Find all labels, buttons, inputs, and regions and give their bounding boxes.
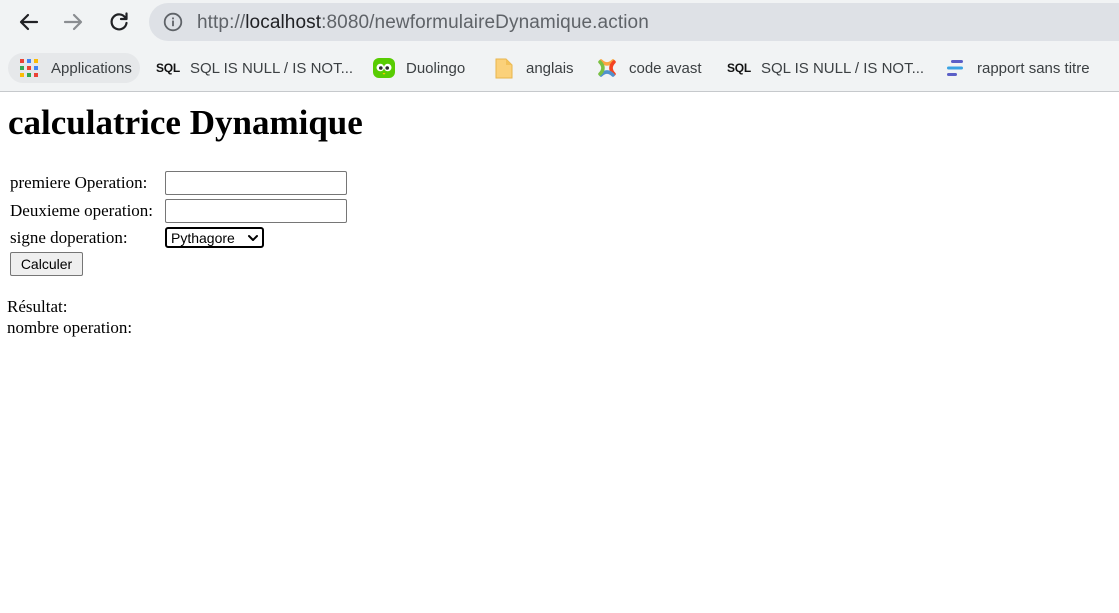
url-rest: :8080/newformulaireDynamique.action — [321, 12, 649, 33]
browser-toolbar: http://localhost:8080/newformulaireDynam… — [0, 0, 1119, 44]
bookmark-label: anglais — [526, 59, 574, 77]
first-operand-label: premiere Operation: — [10, 173, 148, 192]
info-icon[interactable] — [163, 12, 183, 32]
bookmark-sql-2[interactable]: SQL SQL IS NULL / IS NOT... — [726, 53, 925, 83]
apps-grid-icon — [18, 57, 40, 79]
second-operand-input[interactable] — [165, 199, 347, 223]
back-button[interactable] — [11, 4, 47, 40]
operation-sign-label: signe doperation: — [10, 228, 128, 247]
bookmark-duolingo[interactable]: Duolingo — [373, 53, 465, 83]
reload-button[interactable] — [101, 4, 137, 40]
arrow-left-icon — [19, 13, 39, 31]
sql-icon: SQL — [726, 61, 752, 75]
select-value: Pythagore — [171, 229, 235, 246]
result-label: Résultat: — [7, 297, 68, 316]
page-title: calculatrice Dynamique — [8, 103, 363, 142]
url-host: localhost — [245, 12, 322, 33]
arrow-right-icon — [63, 13, 83, 31]
forward-button[interactable] — [55, 4, 91, 40]
second-operand-label: Deuxieme operation: — [10, 201, 154, 220]
calculate-button[interactable]: Calculer — [10, 252, 83, 276]
reload-icon — [110, 12, 128, 31]
bookmark-label: SQL IS NULL / IS NOT... — [761, 59, 925, 77]
bookmark-label: Applications — [51, 59, 132, 77]
first-operand-input[interactable] — [165, 171, 347, 195]
bookmark-anglais[interactable]: anglais — [493, 53, 574, 83]
lines-icon — [944, 57, 966, 79]
bookmark-rapport[interactable]: rapport sans titre — [944, 53, 1090, 83]
sql-icon: SQL — [155, 61, 181, 75]
bookmark-label: Duolingo — [406, 59, 466, 77]
bookmarks-bar: Applications SQL SQL IS NULL / IS NOT...… — [0, 44, 1119, 92]
url-prefix: http:// — [197, 12, 246, 33]
joomla-icon — [596, 57, 618, 79]
bookmark-sql-1[interactable]: SQL SQL IS NULL / IS NOT... — [155, 53, 354, 83]
url-text[interactable]: http://localhost:8080/newformulaireDynam… — [197, 12, 649, 34]
bookmark-code-avast[interactable]: code avast — [596, 53, 702, 83]
bookmark-applications[interactable]: Applications — [8, 53, 140, 83]
duolingo-icon — [373, 57, 395, 79]
operation-sign-select[interactable]: Pythagore — [165, 227, 264, 248]
bookmark-label: code avast — [629, 59, 702, 77]
page-content: calculatrice Dynamique premiere Operatio… — [0, 93, 1119, 613]
bookmark-label: rapport sans titre — [977, 59, 1090, 77]
bookmark-label: SQL IS NULL / IS NOT... — [190, 59, 354, 77]
chevron-down-icon — [248, 235, 258, 241]
address-bar[interactable]: http://localhost:8080/newformulaireDynam… — [149, 3, 1119, 41]
folder-icon — [493, 57, 515, 79]
operation-count-label: nombre operation: — [7, 318, 133, 337]
